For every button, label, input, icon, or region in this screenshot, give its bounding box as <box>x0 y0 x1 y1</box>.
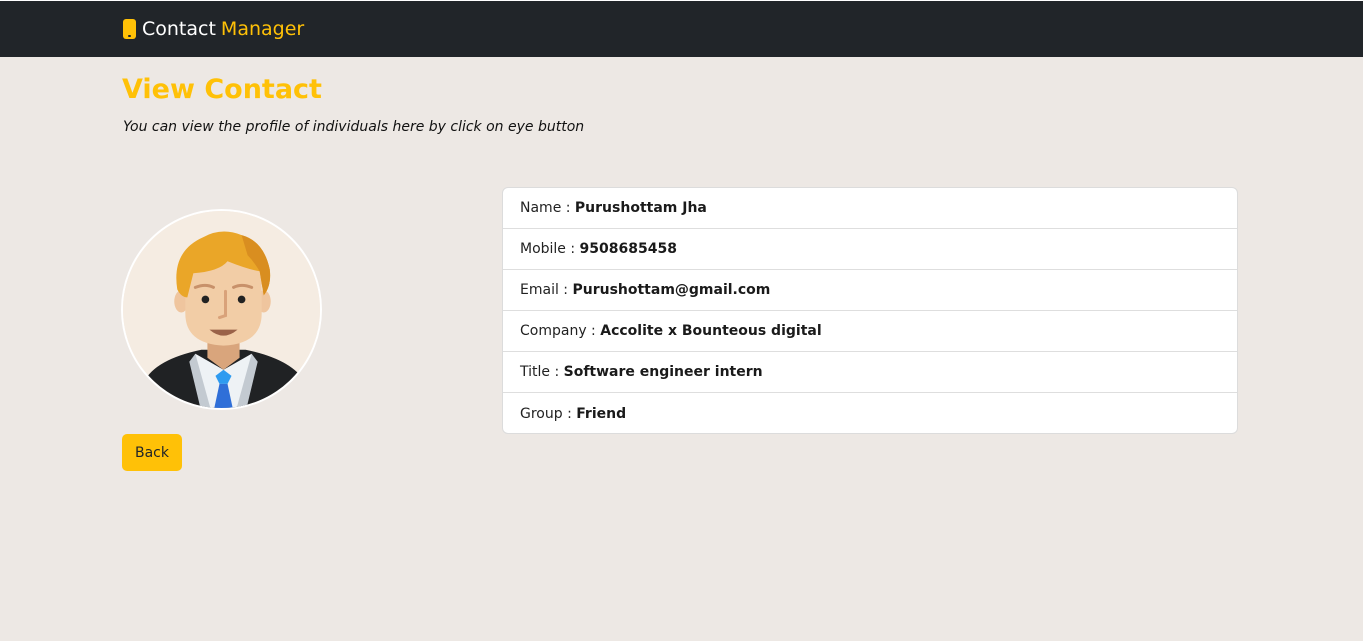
brand-accent-text: Manager <box>220 18 305 40</box>
detail-row-name: Name : Purushottam Jha <box>503 188 1237 229</box>
detail-row-group: Group : Friend <box>503 393 1237 433</box>
detail-value: Purushottam Jha <box>574 200 707 216</box>
detail-row-title: Title : Software engineer intern <box>503 352 1237 393</box>
detail-value: 9508685458 <box>579 241 677 257</box>
detail-label: Email : <box>520 282 573 298</box>
top-navbar: Contact Manager <box>0 0 1363 57</box>
detail-label: Mobile : <box>520 241 580 257</box>
male-avatar-icon <box>123 211 320 408</box>
mobile-phone-icon <box>123 19 136 39</box>
detail-row-email: Email : Purushottam@gmail.com <box>503 270 1237 311</box>
contact-avatar <box>121 209 322 410</box>
detail-label: Title : <box>520 364 564 380</box>
back-button[interactable]: Back <box>122 434 182 471</box>
page-title: View Contact <box>122 74 322 105</box>
detail-row-mobile: Mobile : 9508685458 <box>503 229 1237 270</box>
detail-value: Friend <box>576 405 627 422</box>
detail-label: Group : <box>520 405 577 422</box>
detail-row-company: Company : Accolite x Bounteous digital <box>503 311 1237 352</box>
page-subtitle: You can view the profile of individuals … <box>123 119 585 135</box>
detail-value: Software engineer intern <box>563 364 763 380</box>
detail-label: Company : <box>520 323 601 339</box>
contact-details-card: Name : Purushottam Jha Mobile : 95086854… <box>502 187 1238 434</box>
detail-value: Accolite x Bounteous digital <box>600 323 822 339</box>
detail-value: Purushottam@gmail.com <box>572 282 771 298</box>
detail-label: Name : <box>520 200 575 216</box>
brand-main-text: Contact <box>142 18 216 40</box>
brand-link[interactable]: Contact Manager <box>123 18 304 40</box>
